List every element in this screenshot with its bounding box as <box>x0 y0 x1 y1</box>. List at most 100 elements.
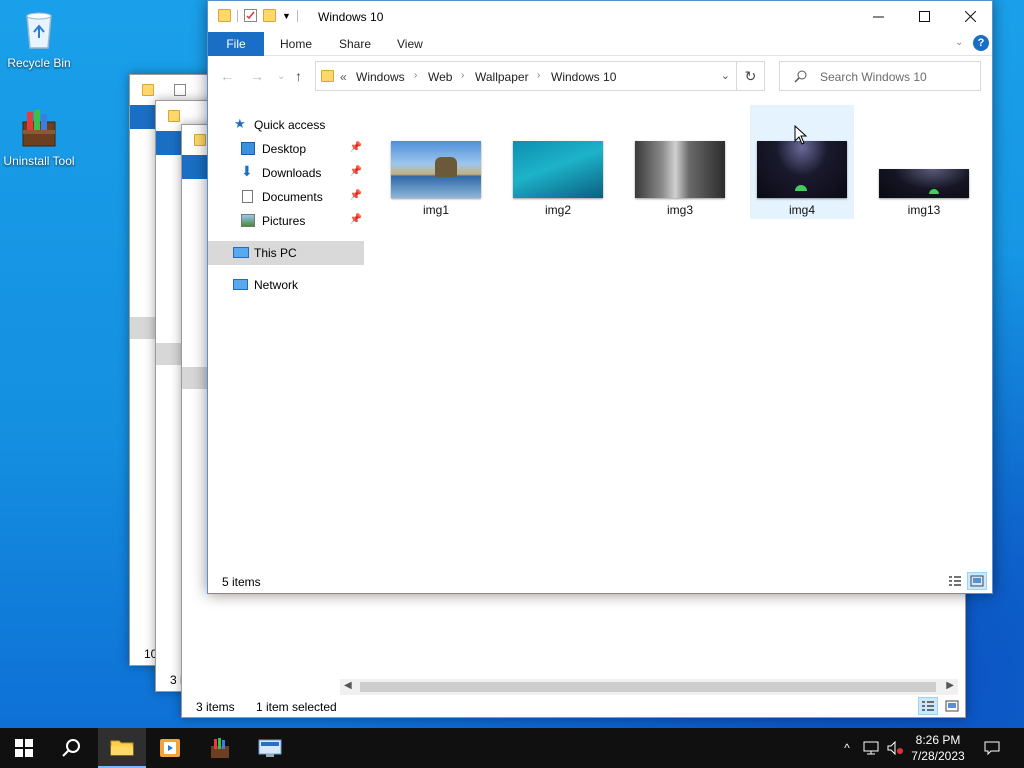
explorer-window[interactable]: ▼ Windows 10 File Home Share View ⌄ ? ← … <box>207 0 993 594</box>
large-icons-view-icon <box>945 700 959 712</box>
breadcrumb-overflow[interactable]: « <box>340 70 347 84</box>
file-name: img3 <box>666 203 693 217</box>
file-tile-img3[interactable]: img3 <box>628 105 732 219</box>
details-view-icon <box>922 701 934 711</box>
scroll-left-icon[interactable]: ◀ <box>344 680 352 691</box>
status-item-count: 5 items <box>222 575 261 589</box>
search-icon <box>62 739 80 757</box>
pin-icon[interactable]: 📌 <box>350 166 362 177</box>
customize-toolbar-chevron-icon[interactable]: ▼ <box>282 11 291 21</box>
pin-icon[interactable]: 📌 <box>350 214 362 225</box>
network-status-icon[interactable] <box>860 728 882 768</box>
search-box[interactable]: Search Windows 10 <box>779 61 981 91</box>
document-icon <box>242 190 253 203</box>
minimize-button[interactable] <box>855 1 901 32</box>
show-hidden-icons-chevron-icon[interactable]: ^ <box>838 728 856 768</box>
refresh-button[interactable]: ↻ <box>737 61 765 91</box>
new-folder-icon[interactable] <box>263 9 276 22</box>
horizontal-scrollbar[interactable]: ◀ ▶ <box>340 679 958 695</box>
nav-item-documents[interactable]: Documents 📌 <box>208 185 364 209</box>
recent-locations-chevron-icon[interactable]: ⌄ <box>277 71 285 82</box>
media-player-icon <box>160 739 180 757</box>
folder-icon <box>218 9 231 22</box>
nav-label: Documents <box>262 190 323 204</box>
address-bar[interactable]: « Windows › Web › Wallpaper › Windows 10… <box>315 61 737 91</box>
details-view-button[interactable] <box>918 697 938 715</box>
maximize-button[interactable] <box>901 1 947 32</box>
taskbar-file-explorer[interactable] <box>98 728 146 768</box>
file-tile-img2[interactable]: img2 <box>506 105 610 219</box>
desktop-icon-uninstall-tool[interactable]: Uninstall Tool <box>0 106 78 168</box>
large-icons-view-icon <box>970 575 984 587</box>
nav-label: Pictures <box>262 214 306 228</box>
help-icon[interactable]: ? <box>973 35 989 51</box>
recycle-bin-label: Recycle Bin <box>7 56 71 70</box>
large-icons-view-button[interactable] <box>967 572 987 590</box>
taskbar-uninstall-tool[interactable] <box>196 728 244 768</box>
breadcrumb-web[interactable]: Web <box>428 70 452 84</box>
file-name: img13 <box>907 203 941 217</box>
breadcrumb-wallpaper[interactable]: Wallpaper <box>475 70 529 84</box>
taskbar-media-player[interactable] <box>146 728 194 768</box>
forward-arrow-icon[interactable]: → <box>250 68 264 84</box>
clock-time: 8:26 PM <box>915 733 961 747</box>
tab-view[interactable]: View <box>395 32 425 56</box>
uninstall-tool-label: Uninstall Tool <box>3 154 75 168</box>
nav-item-network[interactable]: Network <box>208 273 364 297</box>
search-button[interactable] <box>48 728 96 768</box>
uninstall-tool-icon <box>211 738 229 758</box>
tab-home[interactable]: Home <box>278 32 314 56</box>
back-arrow-icon[interactable]: ← <box>220 68 234 84</box>
breadcrumb-chevron-icon[interactable]: › <box>414 70 417 81</box>
nav-label: Desktop <box>262 142 307 156</box>
file-list: img1 img2 img3 img4 img13 <box>364 95 992 565</box>
nav-item-desktop[interactable]: Desktop 📌 <box>208 137 364 161</box>
close-button[interactable] <box>947 1 993 32</box>
tab-share[interactable]: Share <box>337 32 373 56</box>
file-name: img4 <box>788 203 815 217</box>
nav-item-downloads[interactable]: ⬇ Downloads 📌 <box>208 161 364 185</box>
file-tile-img4[interactable]: img4 <box>750 105 854 219</box>
tab-file[interactable]: File <box>208 32 264 56</box>
file-tile-img1[interactable]: img1 <box>384 105 488 219</box>
address-history-chevron-icon[interactable]: ⌄ <box>721 69 730 82</box>
up-arrow-icon[interactable]: ↑ <box>295 68 302 84</box>
image-thumbnail <box>513 141 603 198</box>
action-center-button[interactable] <box>980 728 1004 768</box>
pictures-icon <box>241 214 255 227</box>
quick-access-toolbar: ▼ <box>218 9 298 22</box>
download-arrow-icon: ⬇ <box>241 163 253 179</box>
details-view-button[interactable] <box>945 572 965 590</box>
pin-icon[interactable]: 📌 <box>350 142 362 153</box>
notification-icon <box>984 741 1000 755</box>
nav-item-pictures[interactable]: Pictures 📌 <box>208 209 364 233</box>
desktop-icon-recycle-bin[interactable]: Recycle Bin <box>0 8 78 70</box>
breadcrumb-chevron-icon[interactable]: › <box>461 70 464 81</box>
scrollbar-thumb[interactable] <box>360 682 936 692</box>
file-tile-img13[interactable]: img13 <box>872 105 976 219</box>
pin-icon[interactable]: 📌 <box>350 190 362 201</box>
nav-item-quick-access[interactable]: ★ Quick access <box>208 113 364 137</box>
large-icons-view-button[interactable] <box>942 697 962 715</box>
title-bar[interactable]: ▼ Windows 10 <box>208 1 992 32</box>
status-selection: 1 item selected <box>256 700 337 714</box>
scroll-right-icon[interactable]: ▶ <box>946 680 954 691</box>
nav-item-this-pc[interactable]: This PC <box>208 241 364 265</box>
separator <box>296 9 298 22</box>
start-button[interactable] <box>0 728 48 768</box>
status-item-count: 3 items <box>196 700 235 714</box>
minimize-icon <box>872 16 884 18</box>
image-thumbnail <box>879 169 969 198</box>
recycle-bin-icon <box>17 8 61 52</box>
navigation-pane: ★ Quick access Desktop 📌 ⬇ Downloads 📌 D… <box>208 95 364 565</box>
properties-icon[interactable] <box>244 9 257 22</box>
taskbar-remote-desktop[interactable] <box>246 728 294 768</box>
desktop-icon <box>241 142 255 155</box>
system-clock[interactable]: 8:26 PM 7/28/2023 <box>898 732 978 764</box>
breadcrumb-windows[interactable]: Windows <box>356 70 405 84</box>
expand-ribbon-chevron-icon[interactable]: ⌄ <box>955 37 963 48</box>
breadcrumb-windows-10[interactable]: Windows 10 <box>551 70 616 84</box>
refresh-icon: ↻ <box>744 68 757 84</box>
ribbon-tabs: File Home Share View ⌄ ? <box>208 32 992 56</box>
breadcrumb-chevron-icon[interactable]: › <box>537 70 540 81</box>
